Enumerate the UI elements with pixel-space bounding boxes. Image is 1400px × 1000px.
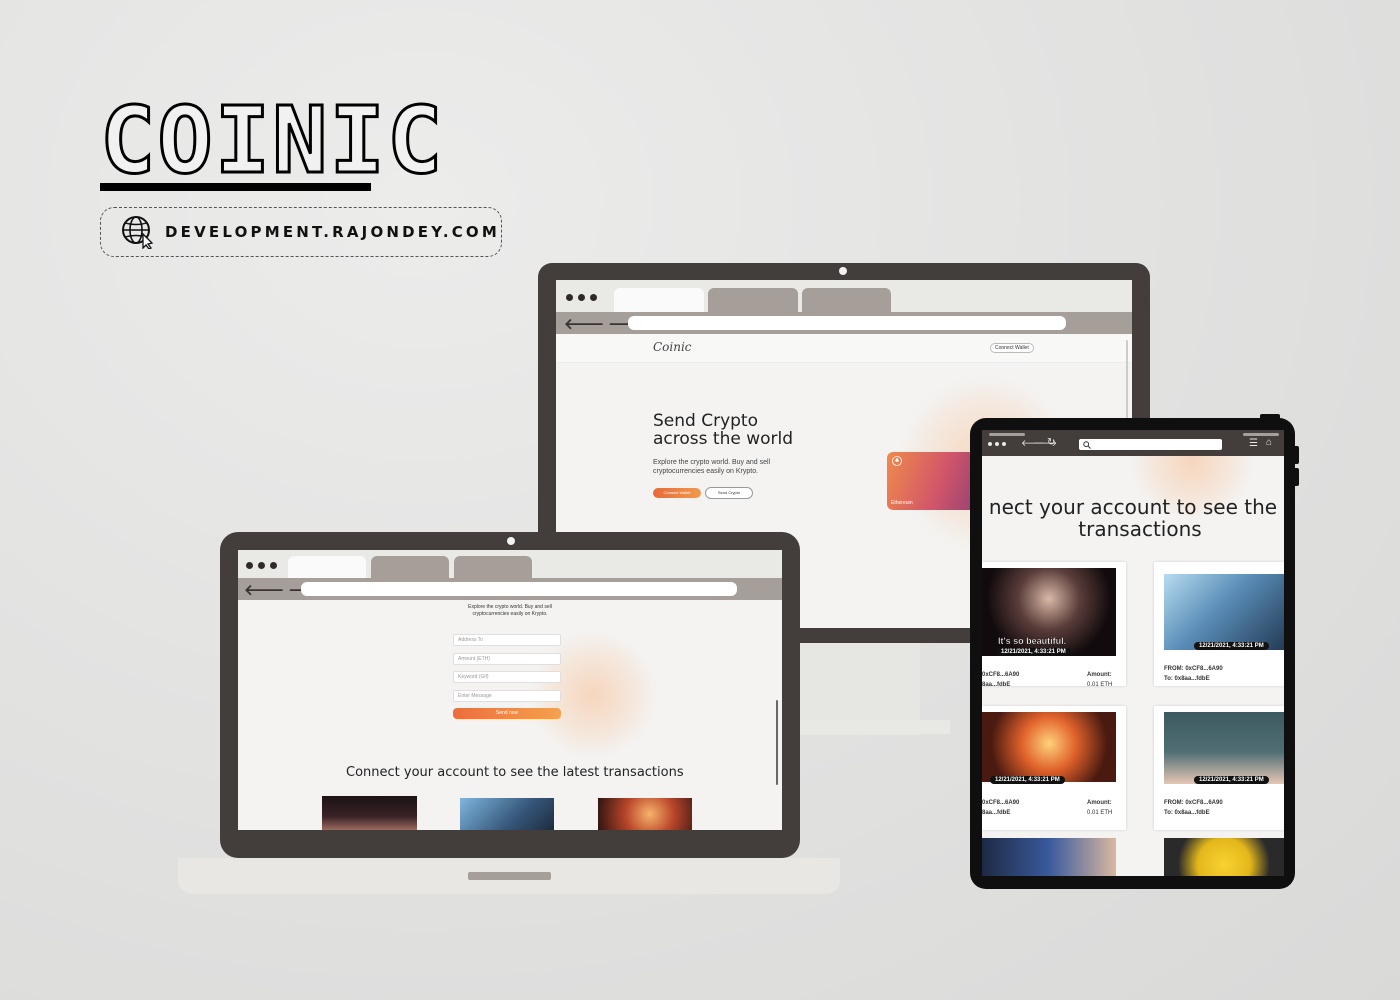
amount-value: 0.01 ETH (1087, 682, 1113, 688)
laptop-intro-text: Explore the crypto world. Buy and sell c… (468, 604, 552, 617)
transaction-gif-2 (1164, 574, 1284, 650)
to-address: 8aa...fdbE (982, 810, 1011, 816)
monitor-url-field[interactable] (628, 316, 1066, 330)
brand-underline (100, 183, 371, 191)
monitor-tab-active[interactable] (614, 288, 704, 312)
tablet-power-button[interactable] (1260, 414, 1280, 420)
amount-label: Amount: (1087, 672, 1112, 678)
reload-icon[interactable]: ↻ (1047, 437, 1055, 448)
transaction-thumb-2[interactable] (460, 798, 554, 830)
ethereum-label: Ethereum (891, 500, 913, 506)
laptop-camera (507, 537, 515, 545)
laptop-trackpad-notch (468, 872, 551, 880)
keyword-input[interactable]: Keyword (Gif) (453, 671, 561, 683)
site-logo[interactable]: Coinic (653, 340, 692, 354)
transaction-gif-6[interactable] (1164, 838, 1284, 876)
search-icon (1083, 440, 1091, 449)
globe-cursor-icon (122, 216, 154, 249)
send-now-button[interactable]: Send now (453, 708, 561, 719)
hero-title-line2: across the world (653, 429, 794, 449)
laptop-url-field[interactable] (301, 582, 737, 596)
ethereum-icon (892, 456, 902, 466)
message-input[interactable]: Enter Message (453, 690, 561, 702)
arrow-left-icon[interactable]: 🡐 (244, 580, 284, 599)
nav-connect-wallet-button[interactable]: Connect Wallet (990, 343, 1034, 353)
website-url: DEVELOPMENT.RAJONDEY.COM (165, 223, 501, 241)
laptop-window-controls[interactable] (246, 562, 277, 569)
hero-send-crypto-button[interactable]: Send Crypto (705, 487, 753, 499)
website-link[interactable]: DEVELOPMENT.RAJONDEY.COM (100, 207, 502, 257)
home-icon[interactable]: ⌂ (1266, 437, 1272, 448)
to-address: To: 0x8aa...fdbE (1164, 676, 1210, 682)
transaction-gif-1: It's so beautiful. (982, 568, 1116, 656)
amount-input[interactable]: Amount (ETH) (453, 653, 561, 665)
brand-logo: COINIC (98, 87, 445, 194)
tablet-volume-down[interactable] (1293, 468, 1299, 486)
transaction-thumb-1[interactable] (322, 796, 417, 830)
laptop-tab-3[interactable] (454, 556, 532, 578)
timestamp-badge: 12/21/2021, 4:33:21 PM (1194, 776, 1269, 784)
transaction-gif-4 (1164, 712, 1284, 784)
transactions-heading: Connect your account to see the latest t… (346, 765, 684, 780)
tablet-search-field[interactable] (1079, 439, 1222, 450)
monitor-scrollbar[interactable] (1126, 340, 1128, 430)
monitor-foot (790, 720, 950, 734)
hero-connect-wallet-button[interactable]: Connect Wallet (653, 488, 701, 498)
from-address: 0xCF8...6A90 (982, 672, 1020, 678)
from-address: FROM: 0xCF8...6A90 (1164, 666, 1223, 672)
laptop-scrollbar[interactable] (776, 700, 778, 785)
to-address: 8aa...fdbE (982, 682, 1011, 688)
address-to-input[interactable]: Address To (453, 634, 561, 646)
tablet-heading-line2: transactions (1078, 517, 1202, 541)
monitor-tab-2[interactable] (708, 288, 798, 312)
site-navbar (556, 334, 1132, 363)
transaction-thumb-3[interactable] (598, 798, 692, 830)
tablet-tab-indicator-right (1243, 433, 1279, 436)
amount-label: Amount: (1087, 800, 1112, 806)
timestamp-badge: 12/21/2021, 4:33:21 PM (1194, 642, 1269, 650)
to-address: To: 0x8aa...fdbE (1164, 810, 1210, 816)
amount-value: 0.01 ETH (1087, 810, 1113, 816)
hero-subtitle: Explore the crypto world. Buy and sell c… (653, 459, 771, 475)
gif-caption: It's so beautiful. (998, 636, 1067, 646)
hamburger-icon[interactable]: ☰ (1249, 438, 1258, 449)
laptop-page: Explore the crypto world. Buy and sell c… (238, 600, 782, 830)
hero-title-line1: Send Crypto (653, 411, 758, 431)
timestamp-badge: 12/21/2021, 4:33:21 PM (990, 776, 1065, 784)
arrow-left-icon[interactable]: 🡐 (564, 314, 604, 333)
window-controls[interactable] (566, 294, 597, 301)
from-address: FROM: 0xCF8...6A90 (1164, 800, 1223, 806)
timestamp-badge: 12/21/2021, 4:33:21 PM (996, 648, 1071, 656)
laptop-tab-2[interactable] (371, 556, 449, 578)
tablet-heading-line1: nect your account to see the (988, 495, 1278, 519)
transaction-gif-5[interactable] (982, 838, 1116, 876)
monitor-tab-3[interactable] (802, 288, 891, 312)
tablet-volume-up[interactable] (1293, 446, 1299, 464)
tablet-window-controls[interactable] (988, 442, 1006, 446)
transaction-gif-3 (982, 712, 1116, 782)
tablet-page: nect your account to see the transaction… (982, 456, 1284, 876)
tablet-tab-indicator (989, 433, 1025, 436)
from-address: 0xCF8...6A90 (982, 800, 1020, 806)
monitor-camera (839, 267, 847, 275)
laptop-tab-active[interactable] (288, 556, 366, 578)
